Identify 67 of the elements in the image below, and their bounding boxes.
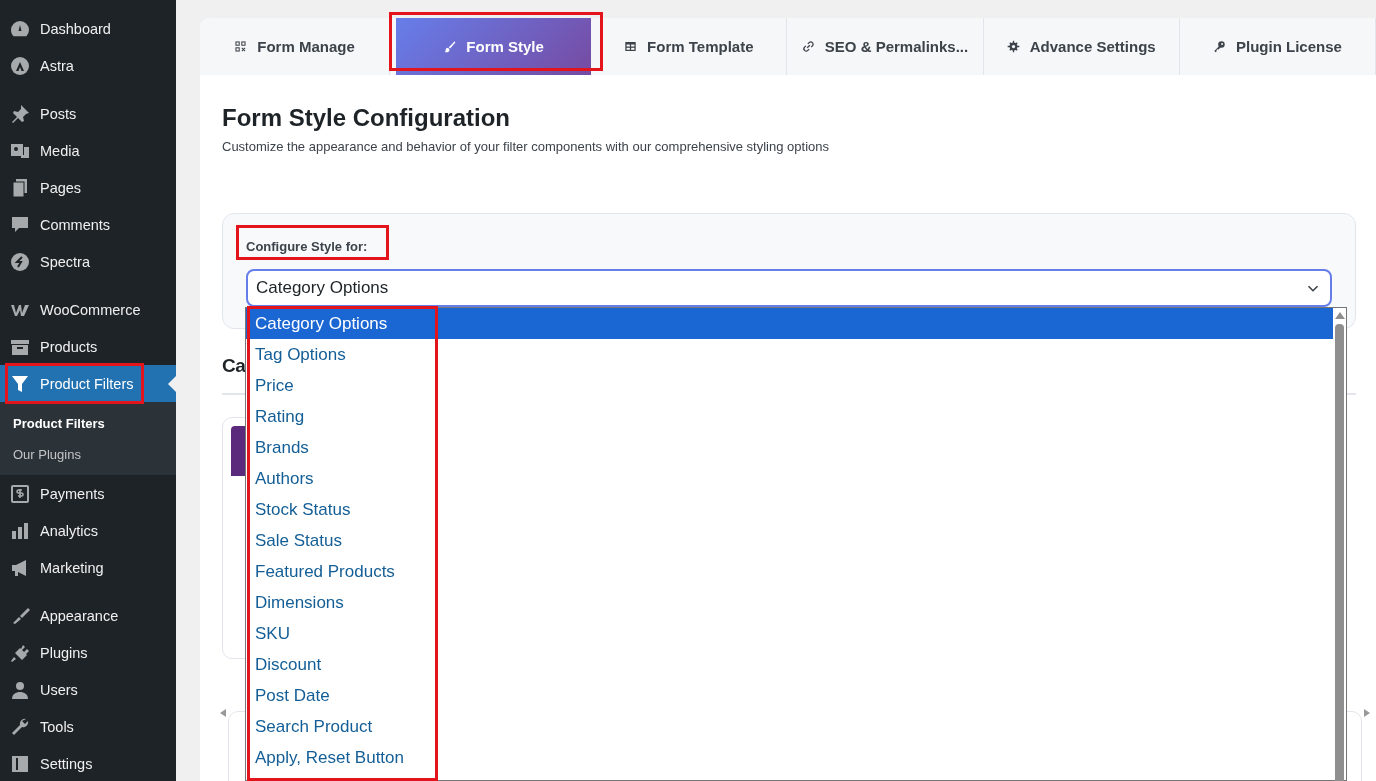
dropdown-option[interactable]: Price [246, 370, 1333, 401]
sidebar-item[interactable]: Payments [0, 475, 176, 512]
sidebar-item[interactable]: Astra [0, 47, 176, 84]
scroll-left-icon[interactable] [220, 709, 226, 717]
dropdown-option[interactable]: Authors [246, 463, 1333, 494]
link-icon [801, 40, 815, 53]
tab[interactable]: Advance Settings [983, 18, 1180, 75]
dropdown-option[interactable]: Sale Status [246, 525, 1333, 556]
gear-icon [1006, 40, 1020, 53]
dropdown-option[interactable]: Featured Products [246, 556, 1333, 587]
sidebar-item[interactable]: Products [0, 328, 176, 365]
sidebar-item[interactable]: Comments [0, 206, 176, 243]
dropdown-option[interactable]: Dimensions [246, 587, 1333, 618]
dropdown-option[interactable]: Rating [246, 401, 1333, 432]
sidebar-item[interactable]: Analytics [0, 512, 176, 549]
table-icon [624, 40, 638, 53]
scroll-right-icon[interactable] [1364, 709, 1370, 717]
wrench-icon [10, 716, 30, 737]
grid-icon [234, 40, 248, 53]
dropdown-option[interactable]: Brands [246, 432, 1333, 463]
sidebar-item[interactable]: Marketing [0, 549, 176, 586]
pin-icon [10, 103, 30, 124]
tab[interactable]: SEO & Permalinks... [787, 18, 984, 75]
key-icon [1213, 40, 1226, 53]
tab[interactable]: Plugin License [1179, 18, 1376, 75]
dollar-icon [10, 483, 30, 504]
sidebar-item[interactable]: Pages [0, 169, 176, 206]
sidebar-item[interactable]: Dashboard [0, 10, 176, 47]
dropdown-option[interactable]: Category Options [246, 308, 1333, 339]
tab[interactable]: Form Manage [200, 18, 390, 75]
paintbrush-icon [443, 40, 457, 53]
pointer-triangle-icon [168, 375, 176, 392]
dropdown-option[interactable]: Post Date [246, 680, 1333, 711]
dropdown-option[interactable]: Search Product [246, 711, 1333, 742]
preview-header [231, 426, 245, 476]
page-subtitle: Customize the appearance and behavior of your filter components with our comprehensive styling options [222, 139, 830, 154]
dropdown-option[interactable]: Apply, Reset Button [246, 742, 1333, 773]
submenu-item[interactable]: Product Filters [0, 408, 176, 439]
sidebar-item[interactable]: Settings [0, 745, 176, 781]
dropdown-option[interactable]: Stock Status [246, 494, 1333, 525]
page-title: Form Style Configuration [222, 103, 511, 133]
section-title: Ca [222, 354, 246, 378]
picker-label: Configure Style for: [246, 239, 369, 254]
sidebar-item[interactable]: Spectra [0, 243, 176, 280]
funnel-icon [10, 373, 30, 394]
speech-bubble-icon [10, 214, 30, 235]
bar-chart-icon [10, 520, 30, 541]
sidebar-item[interactable]: Media [0, 132, 176, 169]
sidebar-item[interactable]: Posts [0, 95, 176, 132]
person-icon [10, 679, 30, 700]
tab[interactable]: Form Template [591, 18, 788, 75]
style-select[interactable]: Category Options [246, 269, 1332, 307]
dropdown-option[interactable]: Tag Options [246, 339, 1333, 370]
sidebar-item[interactable]: Product Filters [0, 365, 176, 402]
pages-icon [10, 177, 30, 198]
sidebar-item[interactable]: Plugins [0, 634, 176, 671]
dropdown-option[interactable]: SKU [246, 618, 1333, 649]
sidebar-item[interactable]: Users [0, 671, 176, 708]
plug-icon [10, 642, 30, 663]
dropdown-option[interactable]: Discount [246, 649, 1333, 680]
gauge-icon [10, 18, 30, 39]
sidebar-item[interactable]: WooCommerce [0, 291, 176, 328]
tab[interactable]: Form Style [396, 18, 592, 75]
sidebar-item[interactable]: Tools [0, 708, 176, 745]
letter-a-icon [10, 55, 30, 76]
sidebar-item[interactable]: Appearance [0, 597, 176, 634]
submenu-item[interactable]: Our Plugins [0, 439, 176, 470]
